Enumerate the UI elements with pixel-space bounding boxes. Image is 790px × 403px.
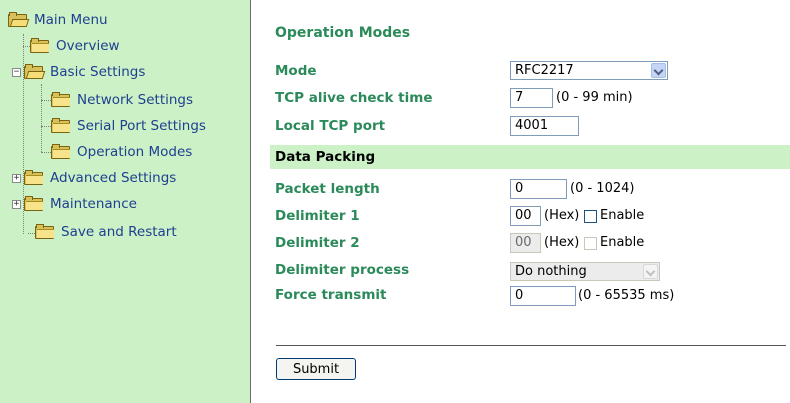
- mode-label: Mode: [275, 63, 317, 79]
- sidebar-item-label: Save and Restart: [61, 224, 177, 240]
- mode-select[interactable]: RFC2217: [510, 61, 668, 80]
- expand-toggle-icon[interactable]: +: [12, 174, 21, 183]
- sidebar-item-overview[interactable]: Overview: [30, 36, 120, 56]
- delimiter2-enable-checkbox[interactable]: [584, 237, 597, 250]
- local-tcp-port-input[interactable]: 4001: [510, 116, 579, 136]
- tree-line: [23, 46, 30, 47]
- force-transmit-input[interactable]: 0: [510, 286, 576, 306]
- folder-icon: [51, 92, 71, 107]
- sidebar-item-label: Basic Settings: [50, 64, 146, 80]
- local-tcp-port-label: Local TCP port: [275, 118, 386, 134]
- collapse-toggle-icon[interactable]: −: [12, 68, 21, 77]
- mode-select-value: RFC2217: [515, 63, 574, 78]
- sidebar-item-label: Maintenance: [50, 196, 137, 212]
- sidebar-item-network-settings[interactable]: Network Settings: [51, 90, 193, 110]
- expand-toggle-icon[interactable]: +: [12, 200, 21, 209]
- sidebar-item-label: Overview: [56, 38, 120, 54]
- delimiter-process-value: Do nothing: [515, 264, 587, 279]
- force-transmit-label: Force transmit: [275, 287, 387, 303]
- force-transmit-hint: (0 - 65535 ms): [578, 288, 675, 303]
- divider: [276, 345, 786, 346]
- packet-length-hint: (0 - 1024): [570, 181, 635, 196]
- delimiter-process-label: Delimiter process: [275, 262, 410, 278]
- sidebar-item-main-menu[interactable]: Main Menu: [8, 10, 108, 30]
- tcp-alive-input[interactable]: 7: [510, 88, 553, 108]
- open-folder-icon: [8, 12, 30, 27]
- folder-icon: [24, 196, 44, 211]
- tree-line: [41, 126, 51, 127]
- submit-button[interactable]: Submit: [276, 358, 356, 380]
- folder-icon: [51, 118, 71, 133]
- sidebar-item-basic-settings[interactable]: Basic Settings: [24, 62, 145, 82]
- sidebar-item-label: Main Menu: [34, 12, 108, 28]
- data-packing-section: Data Packing: [270, 145, 790, 169]
- sidebar-item-label: Operation Modes: [77, 144, 193, 160]
- folder-icon: [35, 224, 55, 239]
- packet-length-label: Packet length: [275, 181, 380, 197]
- sidebar-item-label: Serial Port Settings: [77, 118, 206, 134]
- tree-line: [28, 233, 35, 234]
- main-content: Operation Modes Mode RFC2217 TCP alive c…: [256, 0, 790, 403]
- delimiter1-input[interactable]: 00: [510, 206, 541, 226]
- delimiter-process-select[interactable]: Do nothing: [510, 262, 660, 281]
- sidebar-item-operation-modes[interactable]: Operation Modes: [51, 142, 192, 162]
- page-title: Operation Modes: [275, 25, 411, 41]
- tcp-alive-label: TCP alive check time: [275, 90, 433, 106]
- sidebar-nav: Main Menu Overview − Basic Settings Netw…: [0, 0, 250, 403]
- delimiter1-enable-checkbox[interactable]: [584, 210, 597, 223]
- chevron-down-icon[interactable]: [643, 264, 658, 279]
- delimiter1-hint: (Hex): [544, 208, 580, 223]
- delimiter1-label: Delimiter 1: [275, 208, 360, 224]
- tree-line: [41, 100, 51, 101]
- sidebar-item-serial-port-settings[interactable]: Serial Port Settings: [51, 116, 206, 136]
- sidebar-item-maintenance[interactable]: Maintenance: [24, 194, 137, 214]
- delimiter2-enable-label: Enable: [600, 235, 645, 250]
- section-heading: Data Packing: [275, 149, 376, 165]
- delimiter2-hint: (Hex): [544, 235, 580, 250]
- chevron-down-icon[interactable]: [651, 63, 666, 78]
- sidebar-item-label: Advanced Settings: [50, 170, 177, 186]
- folder-icon: [24, 170, 44, 185]
- packet-length-input[interactable]: 0: [510, 179, 567, 199]
- folder-icon: [51, 144, 71, 159]
- tcp-alive-hint: (0 - 99 min): [556, 90, 633, 105]
- open-folder-icon: [24, 64, 46, 79]
- folder-icon: [30, 38, 50, 53]
- delimiter2-input[interactable]: 00: [510, 233, 541, 253]
- tree-line: [41, 152, 51, 153]
- sidebar-item-label: Network Settings: [77, 92, 194, 108]
- delimiter1-enable-label: Enable: [600, 208, 645, 223]
- sidebar-item-save-and-restart[interactable]: Save and Restart: [35, 222, 177, 242]
- delimiter2-label: Delimiter 2: [275, 235, 360, 251]
- tree-line: [41, 84, 42, 152]
- sidebar-item-advanced-settings[interactable]: Advanced Settings: [24, 168, 176, 188]
